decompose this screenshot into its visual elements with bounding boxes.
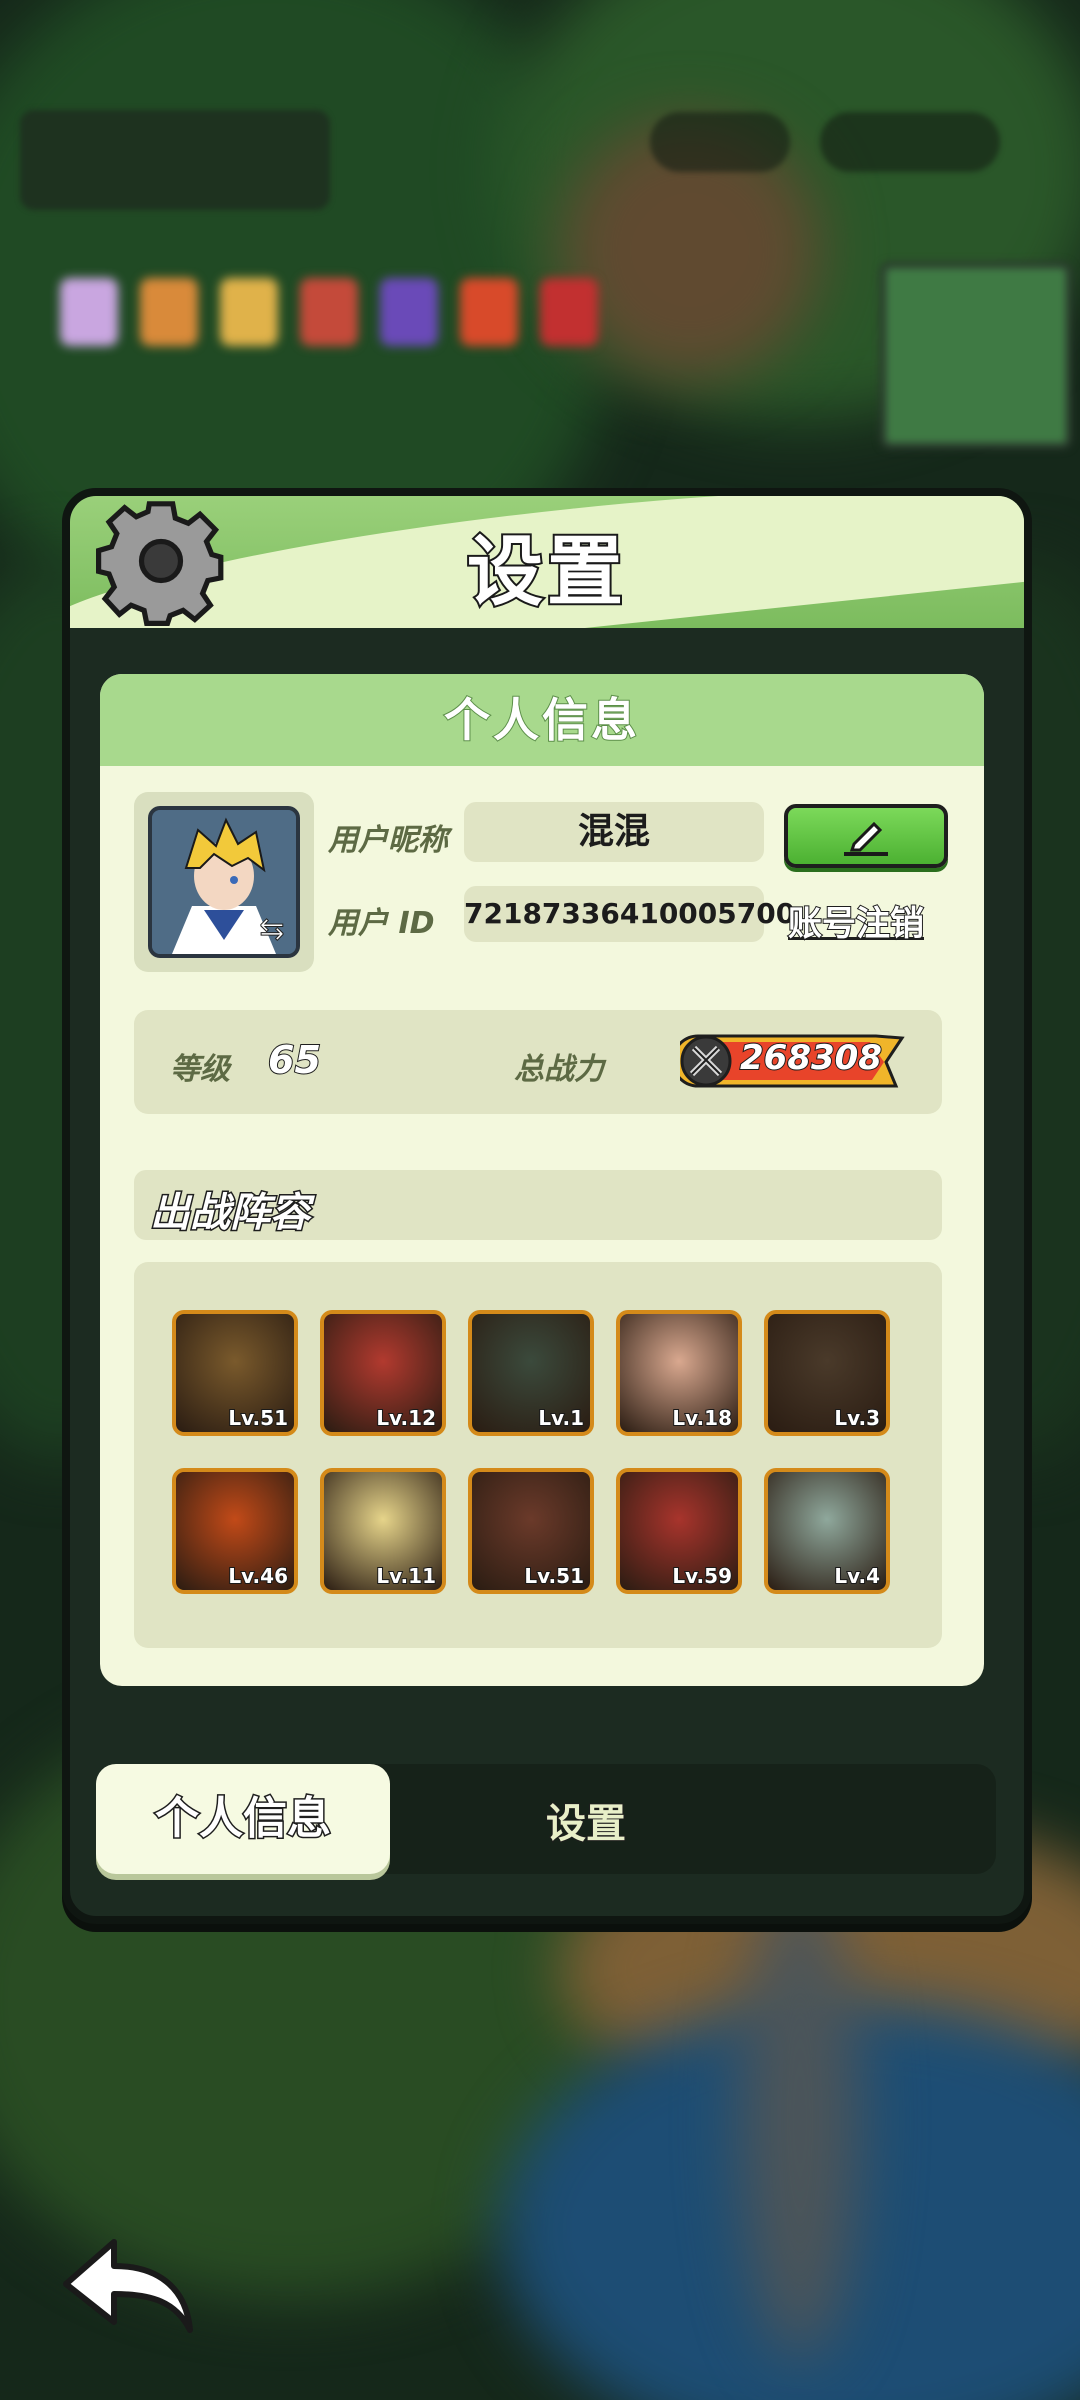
edit-nickname-button[interactable] — [784, 804, 948, 868]
hero-slot[interactable]: Lv.59 — [616, 1468, 742, 1594]
hero-slot[interactable]: Lv.3 — [764, 1310, 890, 1436]
hero-level: Lv.1 — [537, 1405, 585, 1431]
lineup-grid: Lv.51 Lv.12 Lv.1 Lv.18 Lv.3 Lv.46 Lv.11 Lv.51 Lv… — [134, 1262, 942, 1648]
user-id-label: 用户 ID — [328, 906, 435, 941]
gear-icon — [96, 501, 224, 626]
hero-level: Lv.3 — [833, 1405, 881, 1431]
nickname-field: 混混 — [464, 802, 764, 862]
level-label: 等级 — [170, 1052, 230, 1087]
user-id-field: 72187336410005700 — [464, 886, 795, 942]
bottom-tabs: 个人信息 设置 — [96, 1764, 996, 1874]
hero-slot[interactable]: Lv.11 — [320, 1468, 446, 1594]
power-value: 268308 — [739, 1037, 883, 1079]
tab-settings[interactable]: 设置 — [466, 1764, 706, 1874]
back-arrow-icon[interactable] — [58, 2236, 196, 2336]
pencil-icon — [844, 821, 888, 856]
hero-slot[interactable]: Lv.18 — [616, 1310, 742, 1436]
coin-counter — [820, 112, 1000, 172]
avatar[interactable]: ⇆ — [148, 806, 300, 958]
settings-panel: 设置 个人信息 ⇆ 用户昵称 混混 用户 ID 7218733641000570… — [62, 488, 1032, 1924]
power-badge: 268308 — [680, 1032, 906, 1090]
hero-slot[interactable]: Lv.51 — [172, 1310, 298, 1436]
hero-level: Lv.51 — [227, 1405, 289, 1431]
avatar-frame: ⇆ — [134, 792, 314, 972]
hero-level: Lv.11 — [375, 1563, 437, 1589]
power-label: 总战力 — [514, 1052, 604, 1087]
hero-slot[interactable]: Lv.51 — [468, 1468, 594, 1594]
lineup-title-bar: 出战阵容 — [134, 1170, 942, 1240]
stats-bar: 等级 65 总战力 268308 — [134, 1010, 942, 1114]
hero-slot[interactable]: Lv.12 — [320, 1310, 446, 1436]
hero-slot[interactable]: Lv.1 — [468, 1310, 594, 1436]
hero-slot[interactable]: Lv.4 — [764, 1468, 890, 1594]
player-hud — [20, 110, 330, 210]
swap-avatar-icon[interactable]: ⇆ — [252, 910, 292, 950]
tab-personal-info[interactable]: 个人信息 — [96, 1764, 390, 1874]
section-title: 个人信息 — [100, 674, 984, 766]
hero-level: Lv.51 — [523, 1563, 585, 1589]
hero-level: Lv.59 — [671, 1563, 733, 1589]
hero-level: Lv.18 — [671, 1405, 733, 1431]
hero-level: Lv.4 — [833, 1563, 881, 1589]
account-cancel-link[interactable]: 账号注销 — [787, 896, 925, 945]
minimap — [880, 262, 1072, 449]
nickname-label: 用户昵称 — [328, 823, 448, 858]
hero-slot[interactable]: Lv.46 — [172, 1468, 298, 1594]
hero-level: Lv.12 — [375, 1405, 437, 1431]
personal-info-card: 个人信息 ⇆ 用户昵称 混混 用户 ID 72187336410005700 账… — [100, 674, 984, 1686]
level-value: 65 — [267, 1037, 322, 1083]
lineup-title: 出战阵容 — [149, 1189, 312, 1238]
hero-level: Lv.46 — [227, 1563, 289, 1589]
gem-counter — [650, 112, 790, 172]
